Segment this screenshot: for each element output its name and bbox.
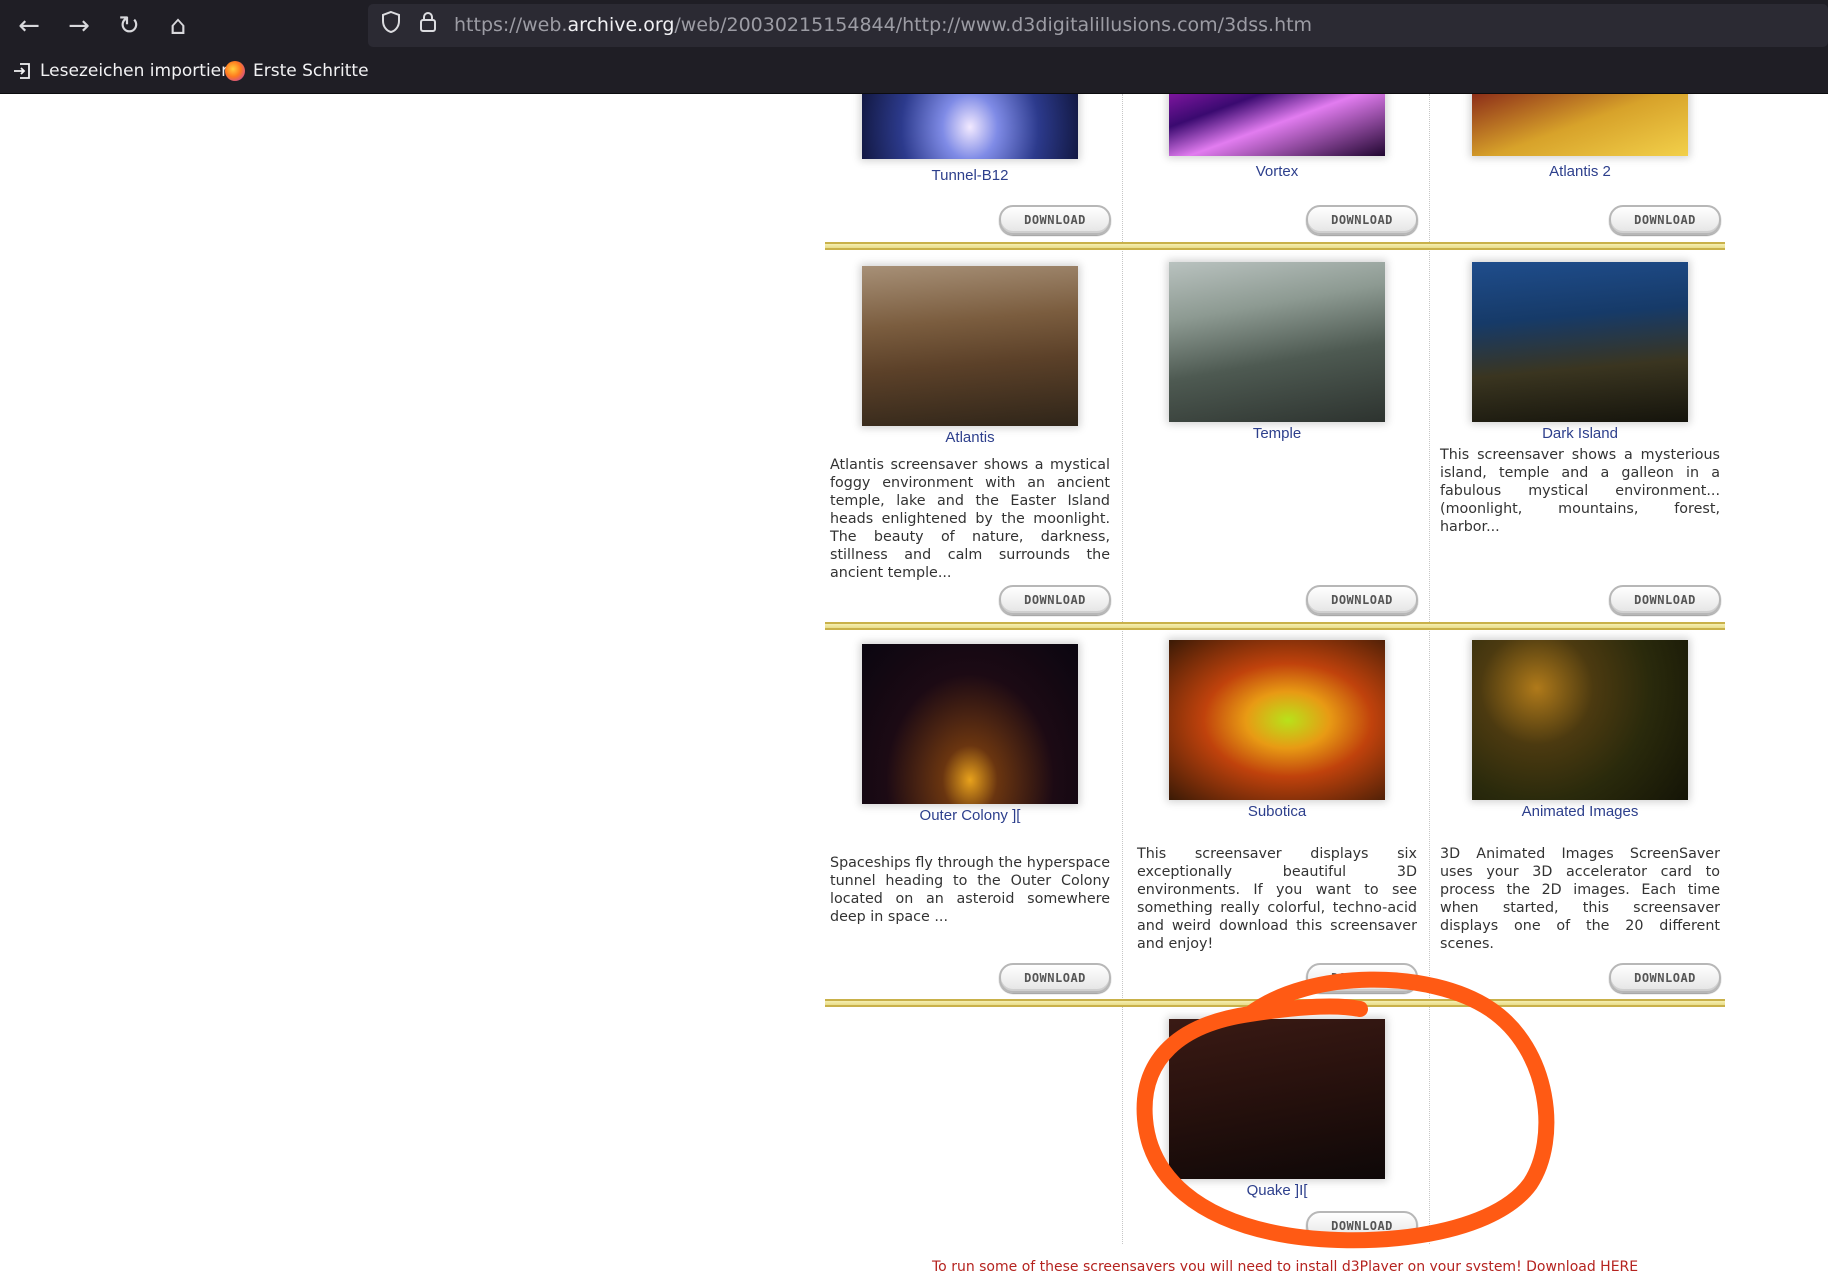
footer-note[interactable]: To run some of these screensavers you wi… [932,1259,1638,1271]
thumbnail-vortex[interactable] [1169,94,1385,156]
thumbnail-outer-colony[interactable] [862,644,1078,804]
download-button-outer-colony[interactable]: DOWNLOAD [999,963,1111,993]
thumbnail-temple[interactable] [1169,262,1385,422]
caption-outer-colony[interactable]: Outer Colony ][ [830,807,1110,824]
firefox-icon [225,61,245,81]
caption-atlantis[interactable]: Atlantis [830,429,1110,446]
download-button-atlantis[interactable]: DOWNLOAD [999,585,1111,615]
description-dark-island: This screensaver shows a mysterious isla… [1440,447,1720,535]
description-outer-colony: Spaceships fly through the hyperspace tu… [830,855,1110,925]
address-bar[interactable]: https://web.archive.org/web/200302151548… [368,4,1828,47]
description-animated-images: 3D Animated Images ScreenSaver uses your… [1440,846,1720,952]
download-button-tunnel-b12[interactable]: DOWNLOAD [999,205,1111,235]
thumbnail-atlantis[interactable] [862,266,1078,426]
browser-toolbar: ← → ↻ ⌂ https://web.archive.org/web/2003… [0,0,1828,51]
back-icon[interactable]: ← [11,8,47,44]
bookmark-erste-schritte[interactable]: Erste Schritte [225,61,369,81]
download-button-animated-images[interactable]: DOWNLOAD [1609,963,1721,993]
shield-icon[interactable] [376,10,406,40]
download-button-atlantis-2[interactable]: DOWNLOAD [1609,205,1721,235]
home-icon[interactable]: ⌂ [160,8,196,44]
url-prefix: https://web. [454,14,568,36]
forward-icon[interactable]: → [61,8,97,44]
column-divider [1122,94,1123,1244]
row-separator [825,242,1725,250]
caption-subotica[interactable]: Subotica [1137,803,1417,820]
thumbnail-subotica[interactable] [1169,640,1385,800]
bookmark-label: Erste Schritte [253,61,369,81]
caption-tunnel-b12[interactable]: Tunnel-B12 [830,167,1110,184]
bookmark-label: Lesezeichen importier... [40,61,243,81]
download-button-temple[interactable]: DOWNLOAD [1306,585,1418,615]
caption-vortex[interactable]: Vortex [1137,163,1417,180]
caption-animated-images[interactable]: Animated Images [1440,803,1720,820]
thumbnail-atlantis-2[interactable] [1472,94,1688,156]
url-text[interactable]: https://web.archive.org/web/200302151548… [454,14,1312,36]
description-subotica: This screensaver displays six exceptiona… [1137,846,1417,952]
lock-icon[interactable] [413,10,443,40]
download-button-vortex[interactable]: DOWNLOAD [1306,205,1418,235]
thumbnail-animated-images[interactable] [1472,640,1688,800]
description-atlantis: Atlantis screensaver shows a mystical fo… [830,457,1110,581]
url-path: /web/20030215154844/http://www.d3digital… [674,14,1313,36]
row-separator [825,622,1725,630]
bookmarks-toolbar: Lesezeichen importier... Erste Schritte [0,51,1828,94]
page-viewport[interactable]: Tunnel-B12 DOWNLOAD Vortex DOWNLOAD Atla… [0,94,1828,1271]
bookmark-import[interactable]: Lesezeichen importier... [12,61,243,81]
thumbnail-dark-island[interactable] [1472,262,1688,422]
url-domain: archive.org [567,14,675,36]
download-button-dark-island[interactable]: DOWNLOAD [1609,585,1721,615]
reload-icon[interactable]: ↻ [111,8,147,44]
caption-atlantis-2[interactable]: Atlantis 2 [1440,163,1720,180]
annotation-circle [1136,971,1555,1249]
caption-temple[interactable]: Temple [1137,425,1417,442]
thumbnail-tunnel-b12[interactable] [862,94,1078,159]
import-icon [12,61,32,81]
caption-dark-island[interactable]: Dark Island [1440,425,1720,442]
